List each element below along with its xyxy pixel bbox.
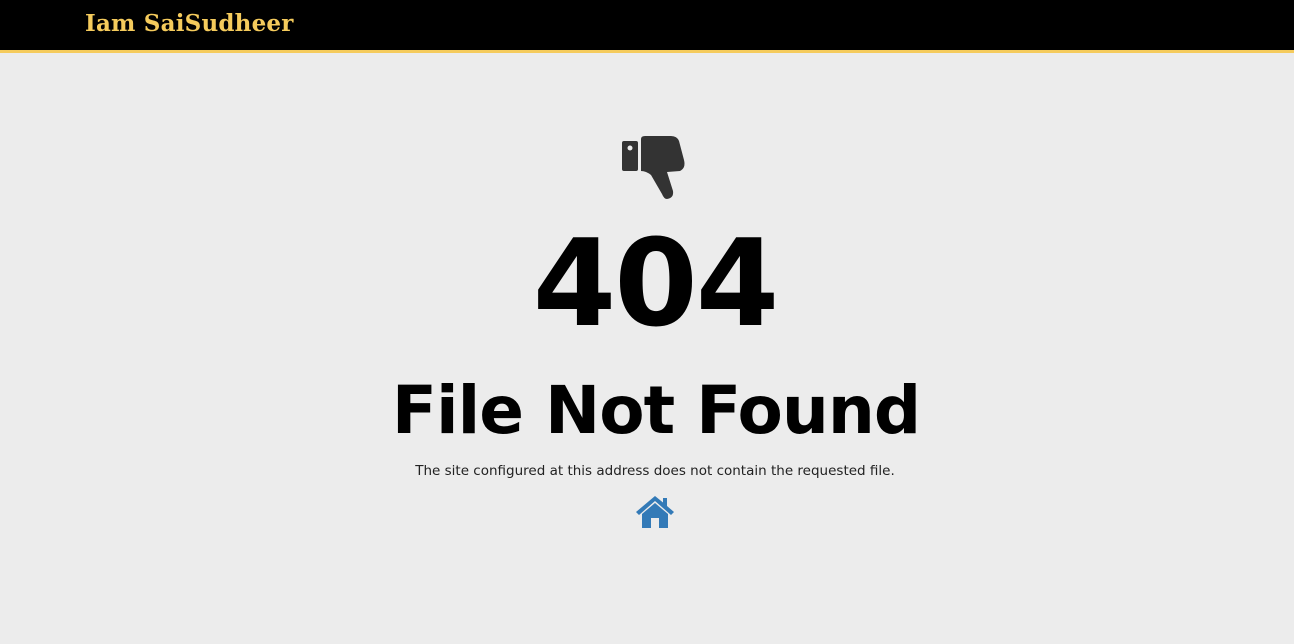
error-content: 404 File Not Found The site configured a… <box>0 53 1294 644</box>
error-description: The site configured at this address does… <box>415 463 895 479</box>
home-icon[interactable] <box>634 494 676 530</box>
top-navbar: Iam SaiSudheer <box>0 0 1294 53</box>
error-code: 404 <box>532 215 780 354</box>
thumbs-down-icon <box>622 136 685 199</box>
brand-logo-link[interactable]: Iam SaiSudheer <box>85 8 294 40</box>
error-title: File Not Found <box>391 372 921 449</box>
